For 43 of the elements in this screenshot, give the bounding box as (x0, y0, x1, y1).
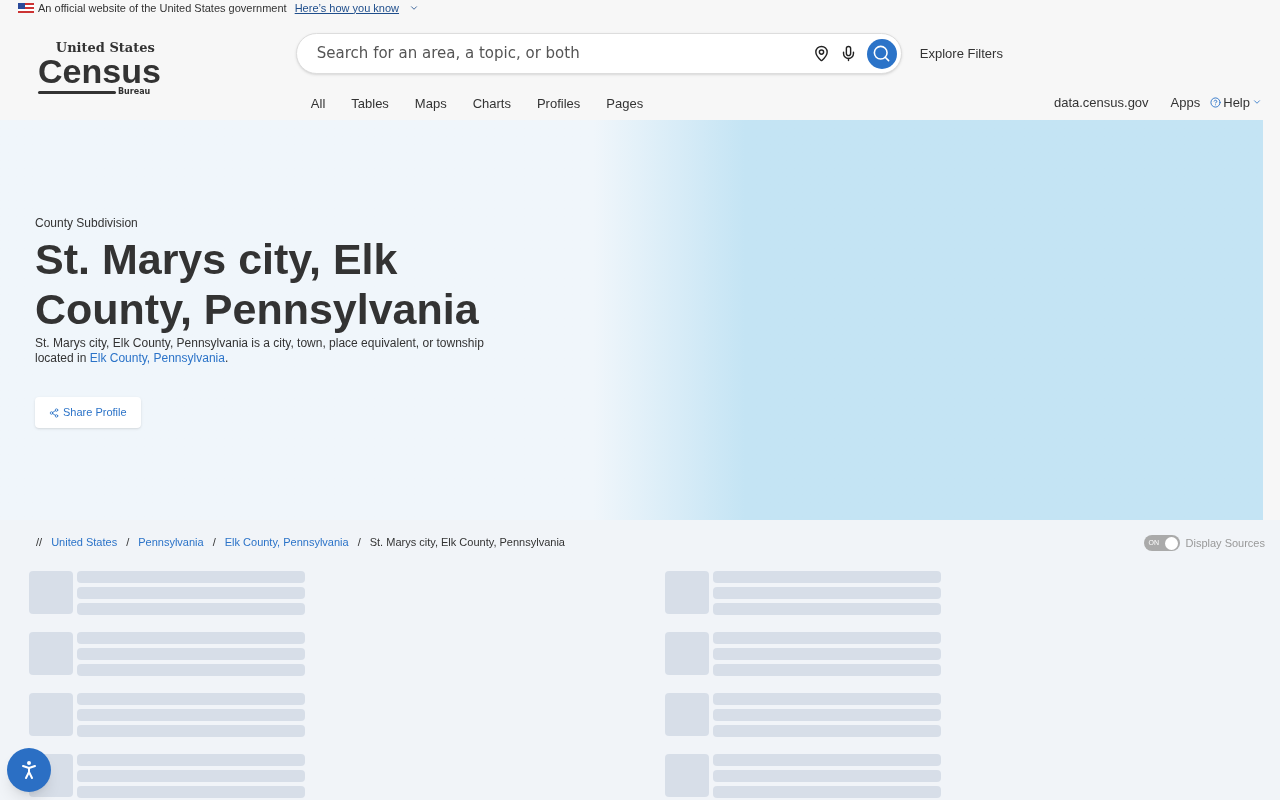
chevron-icon (409, 3, 420, 13)
share-icon (49, 407, 59, 418)
loading-placeholder (665, 692, 709, 736)
search-bar[interactable]: Search for an area, a topic, or both (295, 33, 902, 74)
breadcrumb-prefix: // (36, 535, 43, 550)
breadcrumb-separator: / (126, 535, 130, 550)
loading-placeholder (29, 692, 73, 736)
nav-link[interactable]: data.census.gov (1053, 92, 1149, 112)
page-title: St. Marys city, Elk County, Pennsylvania (35, 234, 480, 334)
breadcrumb-link[interactable]: Elk County, Pennsylvania (224, 534, 349, 551)
nav-link[interactable]: Apps (1170, 92, 1201, 112)
search-tab[interactable]: All (310, 94, 326, 114)
eyebrow-label: County Subdivision (35, 215, 139, 232)
loading-placeholder (665, 753, 709, 797)
flag-icon (18, 3, 34, 13)
sources-label: Display Sources (1185, 536, 1265, 551)
search-tab[interactable]: Maps (414, 94, 447, 114)
help-icon (1210, 96, 1222, 108)
share-profile-button[interactable]: Share Profile (35, 397, 141, 428)
loading-placeholder (29, 570, 73, 614)
location-icon[interactable] (812, 45, 830, 62)
breadcrumb-separator: / (357, 535, 361, 550)
breadcrumb-separator: / (212, 535, 216, 550)
breadcrumb-link[interactable]: Pennsylvania (138, 534, 204, 551)
explore-filters-link[interactable]: Explore Filters (919, 43, 1003, 64)
search-field[interactable]: Search for an area, a topic, or both (316, 42, 808, 65)
search-tab[interactable]: Tables (351, 94, 389, 114)
county-link[interactable]: Elk County, Pennsylvania (89, 351, 225, 365)
how-you-know-link[interactable]: Here’s how you know (294, 0, 400, 17)
search-tab[interactable]: Profiles (536, 94, 581, 114)
description-text: St. Marys city, Elk County, Pennsylvania is a city, town, place equivalent, or township located in Elk County, Pennsylvania. (35, 336, 485, 366)
search-tab[interactable]: Pages (606, 94, 644, 114)
help-menu[interactable]: Help (1210, 92, 1262, 112)
search-icon (872, 44, 892, 63)
search-button[interactable] (866, 38, 897, 69)
loading-placeholder (665, 631, 709, 675)
search-tab[interactable]: Charts (472, 94, 511, 114)
census-logo[interactable]: United States Census Bureau (38, 41, 161, 98)
loading-placeholder (29, 631, 73, 675)
banner-text: An official website of the United States government (38, 0, 287, 16)
loading-placeholder (665, 570, 709, 614)
breadcrumb-current: St. Marys city, Elk County, Pennsylvania (369, 535, 565, 550)
breadcrumb-link[interactable]: United States (51, 534, 118, 551)
